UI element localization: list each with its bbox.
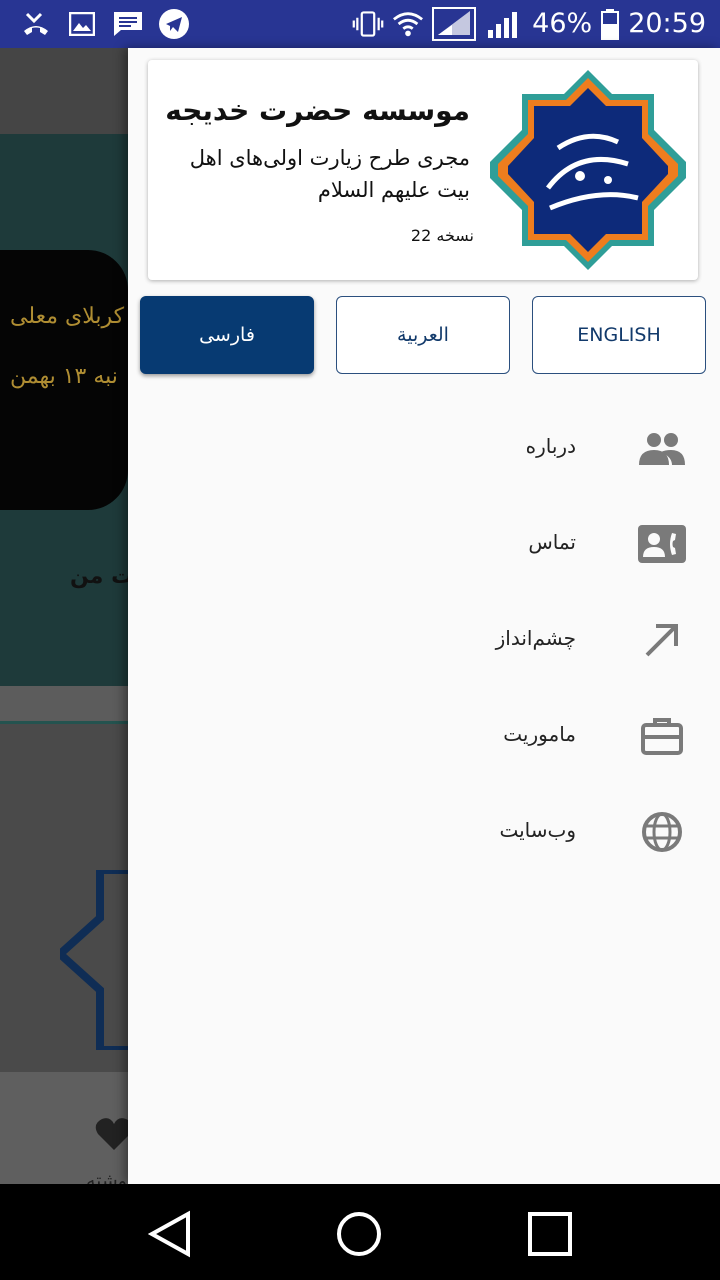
language-english-button[interactable]: ENGLISH: [532, 296, 706, 374]
menu-label-about: درباره: [525, 434, 576, 458]
recents-button[interactable]: [522, 1206, 578, 1262]
signal-icon: [484, 9, 524, 39]
globe-icon: [638, 808, 686, 856]
org-subtitle: مجری طرح زیارت اولی‌های اهل بیت علیهم ال…: [189, 146, 470, 202]
battery-icon: [600, 9, 620, 40]
language-selector: ENGLISH العربية فارسی: [140, 296, 708, 376]
signal-icon: [432, 7, 477, 41]
telegram-icon: [158, 9, 190, 39]
institute-logo: [490, 70, 686, 270]
menu-item-contact[interactable]: تماس: [128, 496, 720, 592]
battery-percent: 46%: [532, 8, 593, 39]
message-icon: [112, 9, 144, 39]
clock: 20:59: [628, 8, 706, 39]
org-title: موسسه حضرت خدیجه: [165, 94, 470, 127]
contact-phone-icon: [638, 520, 686, 568]
status-bar: 46% 20:59: [0, 0, 720, 48]
vibrate-icon: [352, 9, 384, 39]
menu-item-website[interactable]: وب‌سایت: [128, 784, 720, 880]
home-button[interactable]: [331, 1206, 387, 1262]
system-navigation-bar: [0, 1184, 720, 1280]
recents-square-icon: [528, 1212, 572, 1256]
tab-label: نوشته: [86, 1170, 133, 1184]
menu-item-vision[interactable]: چشم‌انداز: [128, 592, 720, 688]
missed-call-icon: [20, 9, 52, 39]
menu-item-mission[interactable]: ماموریت: [128, 688, 720, 784]
app-version: نسخه 22: [410, 226, 474, 245]
people-icon: [638, 424, 686, 472]
briefcase-icon: [638, 712, 686, 760]
language-farsi-button[interactable]: فارسی: [140, 296, 314, 374]
arrow-up-right-icon: [638, 616, 686, 664]
menu-item-about[interactable]: درباره: [128, 400, 720, 496]
image-icon: [66, 9, 98, 39]
system-status: 46% 20:59: [352, 6, 706, 42]
back-button[interactable]: [142, 1206, 198, 1262]
banner-text-secondary: نبه ۱۳ بهمن: [10, 364, 118, 389]
language-arabic-button[interactable]: العربية: [336, 296, 510, 374]
menu-label-mission: ماموریت: [503, 722, 576, 746]
back-triangle-icon: [148, 1210, 190, 1258]
navigation-drawer: موسسه حضرت خدیجه مجری طرح زیارت اولی‌های…: [128, 48, 720, 1184]
menu-label-website: وب‌سایت: [499, 818, 576, 842]
drawer-header: موسسه حضرت خدیجه مجری طرح زیارت اولی‌های…: [148, 60, 698, 280]
background-banner-image: ی کربلای معلی نبه ۱۳ بهمن: [0, 250, 148, 510]
wifi-icon: [392, 9, 424, 39]
drawer-menu: درباره تماس چشم‌انداز ماموریت وب‌سایت: [128, 400, 720, 880]
background-banner: ی کربلای معلی نبه ۱۳ بهمن ست من: [0, 134, 156, 686]
home-circle-icon: [337, 1212, 381, 1256]
menu-label-contact: تماس: [528, 530, 576, 554]
notification-icons: [20, 9, 190, 39]
menu-label-vision: چشم‌انداز: [495, 626, 576, 650]
